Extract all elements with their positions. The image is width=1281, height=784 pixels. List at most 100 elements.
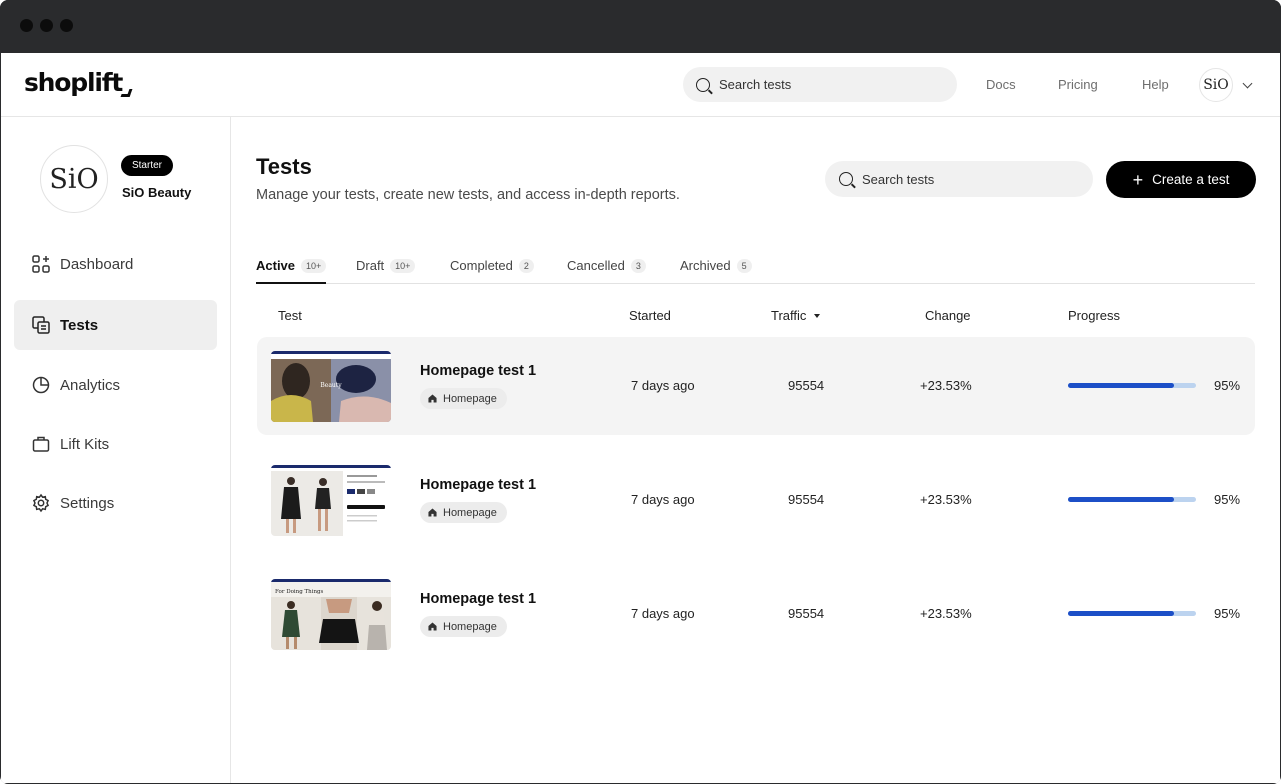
column-header-test: Test bbox=[278, 308, 302, 323]
plan-badge: Starter bbox=[121, 155, 173, 176]
status-tabs: Active 10+ Draft 10+ Completed 2 Cancell… bbox=[256, 258, 1255, 284]
tests-search-input[interactable]: Search tests bbox=[825, 161, 1093, 197]
tab-label: Archived bbox=[680, 258, 731, 273]
tab-active[interactable]: Active 10+ bbox=[256, 258, 327, 284]
progress-percent: 95% bbox=[1214, 606, 1241, 621]
create-test-button[interactable]: + Create a test bbox=[1106, 161, 1256, 198]
dashboard-icon bbox=[32, 255, 50, 273]
sidebar-item-lift-kits[interactable]: Lift Kits bbox=[14, 419, 217, 469]
sidebar: SiO Starter SiO Beauty Dashboard Tests A… bbox=[1, 117, 231, 783]
tab-count-badge: 10+ bbox=[390, 259, 416, 273]
change-value: +23.53% bbox=[920, 378, 972, 393]
progress-percent: 95% bbox=[1214, 378, 1241, 393]
sidebar-item-tests[interactable]: Tests bbox=[14, 300, 217, 350]
traffic-value: 95554 bbox=[788, 606, 825, 621]
tab-cancelled[interactable]: Cancelled 3 bbox=[567, 258, 646, 284]
plus-icon: + bbox=[1132, 169, 1144, 190]
test-name[interactable]: Homepage test 1 bbox=[420, 591, 536, 607]
analytics-icon bbox=[32, 376, 50, 394]
progress-percent: 95% bbox=[1214, 492, 1241, 507]
page-type-tag: Homepage bbox=[420, 502, 507, 523]
tab-count-badge: 3 bbox=[630, 259, 646, 273]
sidebar-item-label: Dashboard bbox=[60, 255, 134, 273]
page-type-label: Homepage bbox=[443, 620, 497, 633]
started-value: 7 days ago bbox=[631, 492, 695, 507]
tab-completed[interactable]: Completed 2 bbox=[450, 258, 534, 284]
column-header-change: Change bbox=[925, 308, 971, 323]
main-content: Tests Manage your tests, create new test… bbox=[232, 117, 1280, 783]
test-thumbnail: Beauty bbox=[271, 351, 391, 422]
shoplift-logo[interactable]: shoplift bbox=[24, 68, 123, 97]
tab-count-badge: 2 bbox=[518, 259, 534, 273]
tab-count-badge: 5 bbox=[736, 259, 752, 273]
sidebar-item-label: Settings bbox=[60, 494, 115, 512]
test-thumbnail: For Doing Things bbox=[271, 579, 391, 650]
brand-avatar: SiO bbox=[40, 145, 108, 213]
top-bar: shoplift Search tests Docs Pricing Help … bbox=[1, 53, 1280, 117]
table-row[interactable]: Homepage test 1 Homepage 7 days ago 9555… bbox=[257, 451, 1255, 549]
table-row[interactable]: Beauty Homepage test 1 Homepage 7 days a… bbox=[257, 337, 1255, 435]
test-name[interactable]: Homepage test 1 bbox=[420, 477, 536, 493]
nav-link-pricing[interactable]: Pricing bbox=[1058, 77, 1098, 92]
progress-bar bbox=[1068, 383, 1196, 388]
sidebar-item-label: Lift Kits bbox=[60, 435, 110, 453]
started-value: 7 days ago bbox=[631, 606, 695, 621]
tab-label: Active bbox=[256, 258, 296, 273]
app: shoplift Search tests Docs Pricing Help … bbox=[1, 53, 1280, 783]
column-header-progress: Progress bbox=[1068, 308, 1121, 323]
tests-icon bbox=[32, 316, 50, 334]
sidebar-item-dashboard[interactable]: Dashboard bbox=[14, 239, 217, 289]
test-thumbnail bbox=[271, 465, 391, 536]
traffic-value: 95554 bbox=[788, 378, 825, 393]
brand-name: SiO Beauty bbox=[122, 185, 192, 200]
progress-bar-fill bbox=[1068, 383, 1175, 388]
thumb-caption: Beauty bbox=[320, 382, 342, 389]
page-type-label: Homepage bbox=[443, 506, 497, 519]
window-titlebar bbox=[0, 0, 1281, 53]
create-test-label: Create a test bbox=[1152, 172, 1230, 187]
nav-link-docs[interactable]: Docs bbox=[986, 77, 1016, 92]
home-icon bbox=[428, 508, 437, 517]
progress-bar-fill bbox=[1068, 611, 1175, 616]
table-row[interactable]: For Doing Things Homepage test 1 Homepag… bbox=[257, 565, 1255, 663]
account-avatar[interactable]: SiO bbox=[1199, 68, 1233, 102]
sidebar-item-settings[interactable]: Settings bbox=[14, 478, 217, 528]
tab-draft[interactable]: Draft 10+ bbox=[356, 258, 416, 284]
tab-label: Draft bbox=[356, 258, 385, 273]
change-value: +23.53% bbox=[920, 492, 972, 507]
window-maximize-dot[interactable] bbox=[60, 19, 73, 32]
tab-label: Cancelled bbox=[567, 258, 625, 273]
tab-label: Completed bbox=[450, 258, 513, 273]
column-header-started: Started bbox=[629, 308, 671, 323]
change-value: +23.53% bbox=[920, 606, 972, 621]
column-header-traffic[interactable]: Traffic bbox=[771, 308, 821, 323]
sidebar-item-label: Tests bbox=[60, 316, 99, 334]
tests-search-placeholder: Search tests bbox=[862, 171, 935, 187]
briefcase-icon bbox=[32, 436, 50, 452]
gear-icon bbox=[32, 493, 50, 513]
progress-bar bbox=[1068, 611, 1196, 616]
home-icon bbox=[428, 394, 437, 403]
account-chevron-down-icon[interactable] bbox=[1242, 78, 1253, 89]
search-icon bbox=[696, 77, 710, 92]
browser-window: shoplift Search tests Docs Pricing Help … bbox=[0, 0, 1281, 784]
traffic-value: 95554 bbox=[788, 492, 825, 507]
search-icon bbox=[839, 172, 853, 186]
tab-archived[interactable]: Archived 5 bbox=[680, 258, 752, 284]
page-title: Tests bbox=[256, 154, 312, 179]
window-close-dot[interactable] bbox=[20, 19, 33, 32]
nav-link-help[interactable]: Help bbox=[1142, 77, 1169, 92]
page-subtitle: Manage your tests, create new tests, and… bbox=[256, 187, 680, 203]
sidebar-item-analytics[interactable]: Analytics bbox=[14, 360, 217, 410]
page-type-tag: Homepage bbox=[420, 388, 507, 409]
top-search-placeholder: Search tests bbox=[719, 77, 792, 92]
thumb-caption: For Doing Things bbox=[275, 589, 324, 595]
test-name[interactable]: Homepage test 1 bbox=[420, 363, 536, 379]
window-minimize-dot[interactable] bbox=[40, 19, 53, 32]
top-search-input[interactable]: Search tests bbox=[683, 67, 957, 102]
home-icon bbox=[428, 622, 437, 631]
started-value: 7 days ago bbox=[631, 378, 695, 393]
column-header-traffic-label: Traffic bbox=[771, 308, 807, 323]
sort-down-icon[interactable] bbox=[814, 314, 821, 318]
tab-count-badge: 10+ bbox=[301, 259, 327, 273]
